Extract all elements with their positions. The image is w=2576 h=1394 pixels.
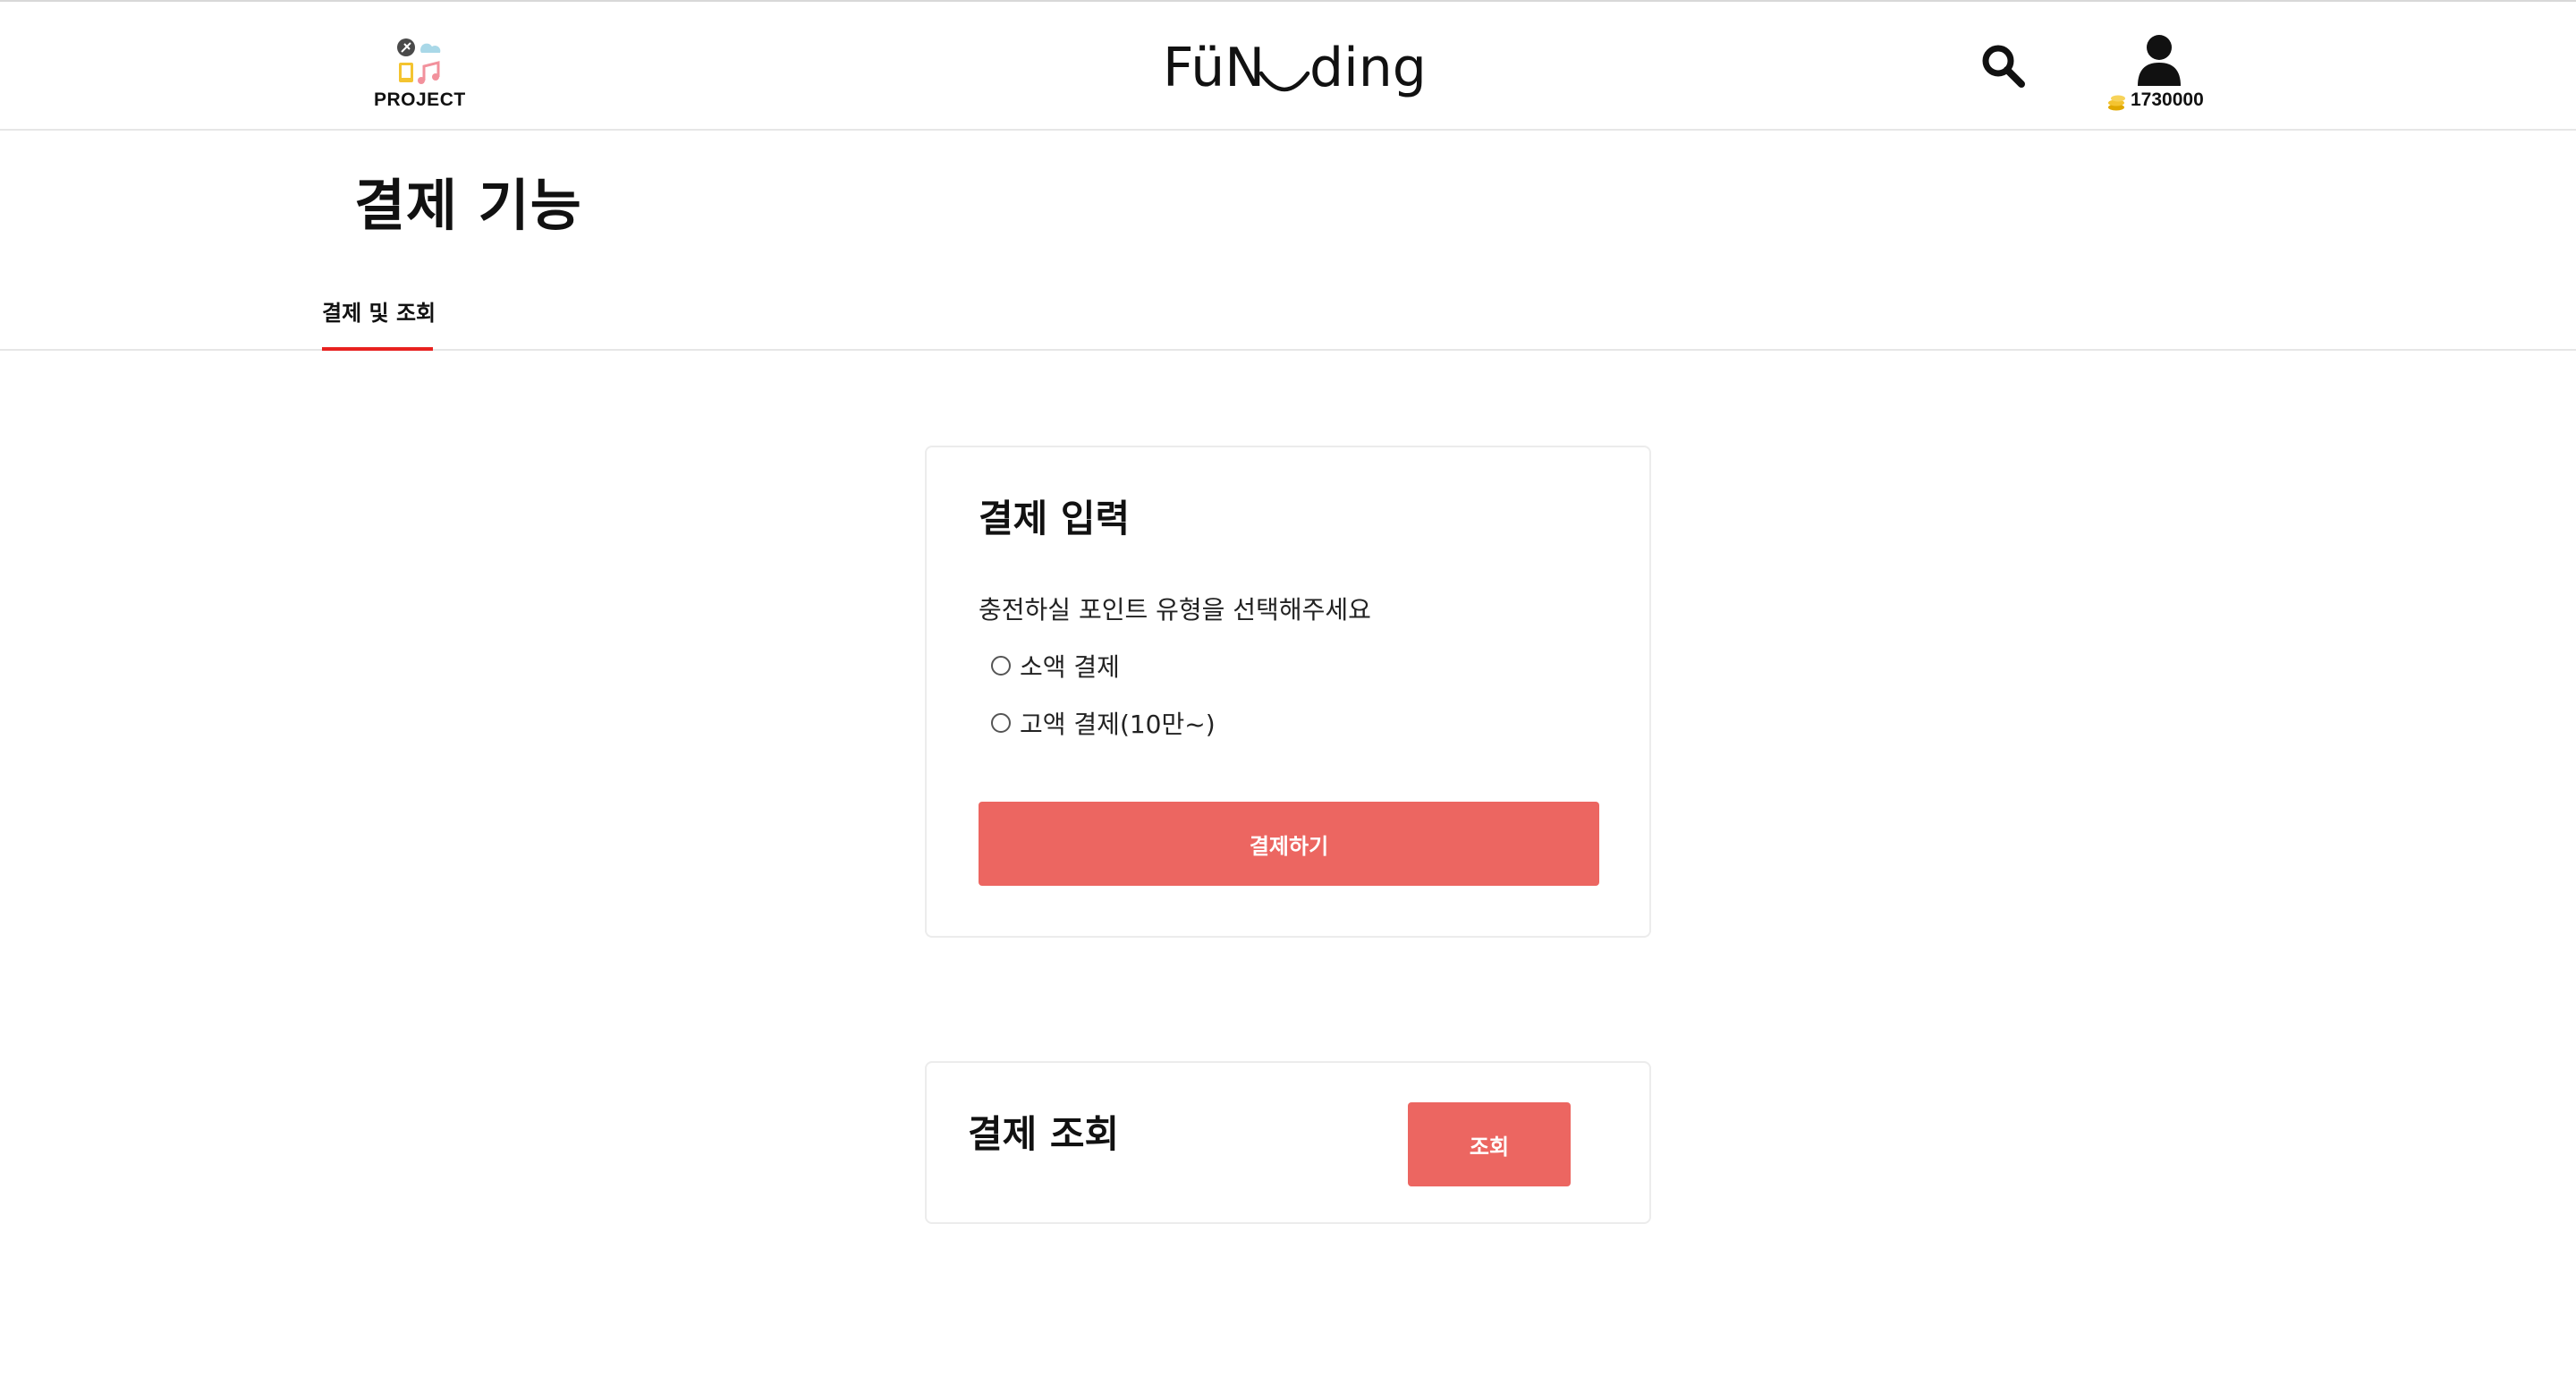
point-type-prompt: 충전하실 포인트 유형을 선택해주세요	[979, 595, 1371, 625]
large-payment-option[interactable]: 고액 결제(10만~)	[991, 705, 1216, 741]
site-logo[interactable]: FüN ding	[1163, 34, 1427, 106]
payment-input-card: 결제 입력 충전하실 포인트 유형을 선택해주세요 소액 결제 고액 결제(10…	[925, 446, 1651, 938]
project-category-icon	[397, 38, 441, 84]
logo-smile-mark	[1258, 71, 1310, 92]
logo-text-left: FüN	[1163, 37, 1266, 99]
large-payment-label: 고액 결제(10만~)	[1020, 710, 1216, 739]
pay-button[interactable]: 결제하기	[979, 802, 1599, 886]
query-button[interactable]: 조회	[1408, 1102, 1571, 1186]
search-button[interactable]	[1980, 43, 2027, 89]
project-nav-link[interactable]: PROJECT	[374, 32, 466, 115]
small-payment-option[interactable]: 소액 결제	[991, 648, 1120, 684]
top-header: PROJECT FüN ding 1730000	[0, 0, 2576, 131]
point-balance: 1730000	[2131, 89, 2204, 110]
payment-input-title: 결제 입력	[979, 497, 1131, 540]
payment-query-card: 결제 조회 조회	[925, 1061, 1651, 1224]
payment-query-title: 결제 조회	[968, 1112, 1120, 1156]
page-title: 결제 기능	[354, 173, 582, 238]
user-icon	[2138, 35, 2181, 86]
small-payment-label: 소액 결제	[1020, 652, 1120, 682]
search-icon	[1982, 45, 2025, 88]
coin-icon	[2108, 95, 2125, 111]
tab-bar: 결제 및 조회	[0, 285, 2576, 351]
logo-text-right: ding	[1309, 37, 1427, 99]
tab-label: 결제 및 조회	[322, 301, 436, 326]
small-payment-radio[interactable]	[991, 656, 1011, 676]
user-profile-button[interactable]: 1730000	[2102, 32, 2218, 115]
project-label: PROJECT	[374, 89, 466, 110]
tab-payment-and-query[interactable]: 결제 및 조회	[322, 295, 436, 351]
large-payment-radio[interactable]	[991, 713, 1011, 733]
active-tab-indicator	[322, 347, 433, 351]
